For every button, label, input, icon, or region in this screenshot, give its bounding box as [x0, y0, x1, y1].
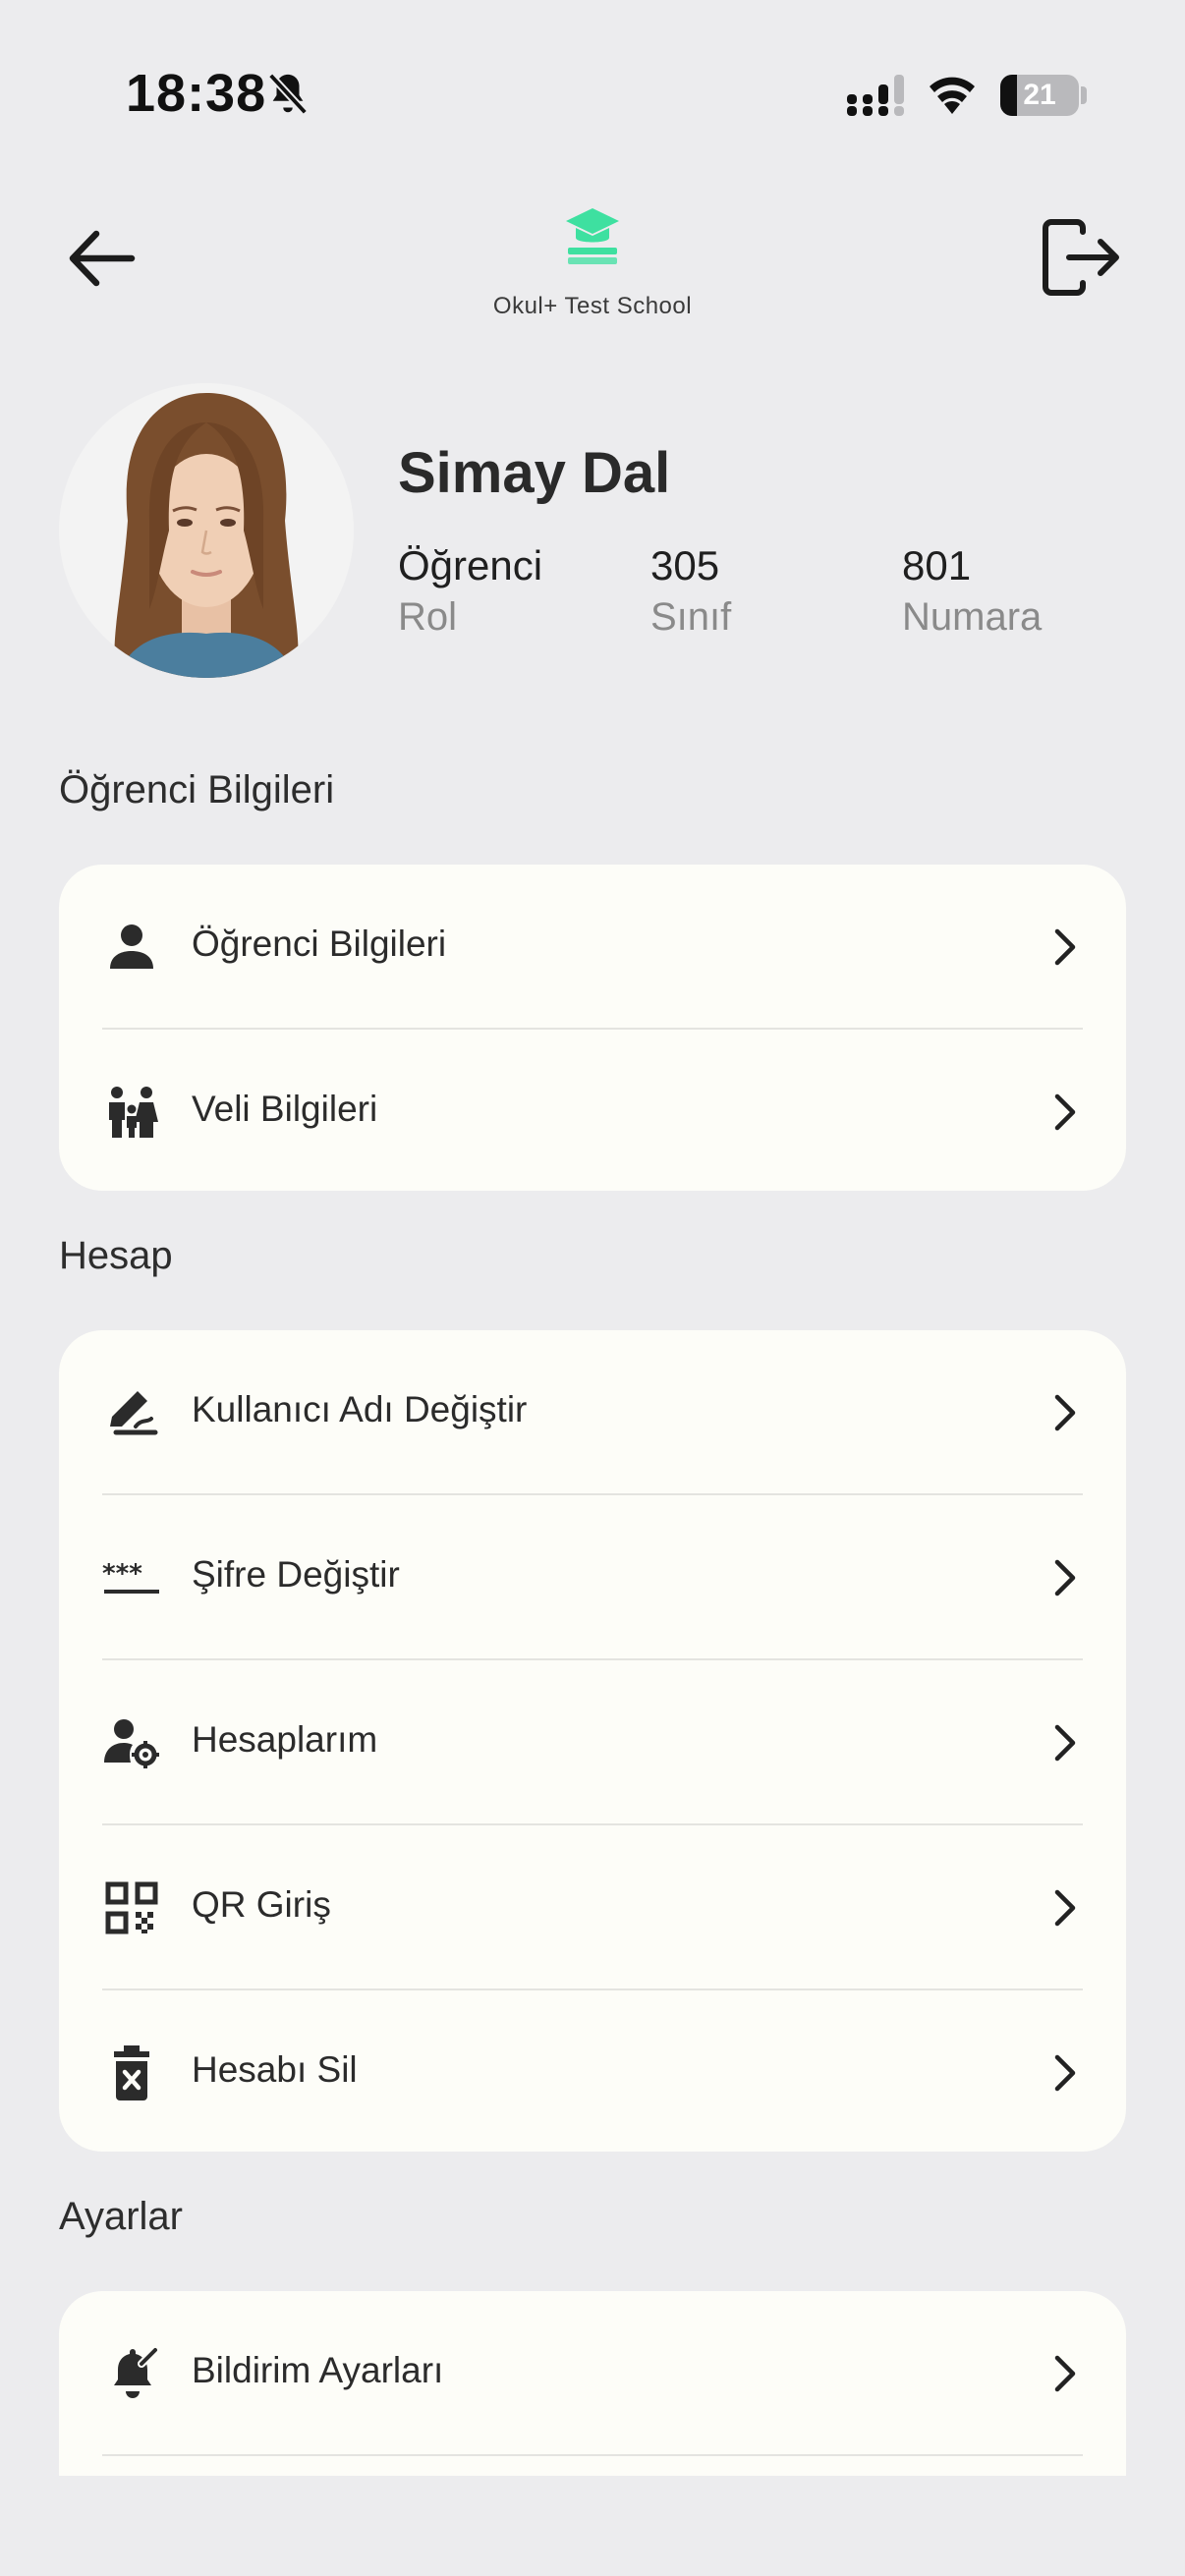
menu-item-my-accounts[interactable]: Hesaplarım — [59, 1660, 1126, 1825]
password-icon: *** — [102, 1559, 159, 1594]
stat-role: Öğrenci Rol — [398, 540, 542, 643]
menu-item-change-username[interactable]: Kullanıcı Adı Değiştir — [59, 1330, 1126, 1495]
chevron-right-icon — [1054, 1559, 1076, 1596]
stat-number: 801 Numara — [902, 540, 1042, 643]
battery-cap — [1081, 86, 1087, 104]
school-logo-icon — [566, 208, 619, 264]
battery-level-text: 21 — [1023, 79, 1056, 111]
section-title-account: Hesap — [59, 1234, 173, 1277]
divider — [102, 2454, 1083, 2456]
profile-name: Simay Dal — [398, 441, 671, 505]
notification-edit-icon — [114, 2346, 159, 2398]
svg-text:***: *** — [102, 1559, 142, 1589]
family-icon — [109, 1087, 158, 1138]
avatar-photo — [59, 383, 354, 678]
menu-item-qr-login[interactable]: QR Giriş — [59, 1825, 1126, 1990]
person-icon — [110, 924, 153, 969]
bell-slash-icon — [267, 73, 309, 115]
status-bar: 18:38 21 — [0, 0, 1185, 196]
menu-item-label: Bildirim Ayarları — [192, 2350, 444, 2390]
status-time: 18:38 — [126, 64, 267, 123]
menu-item-label: Veli Bilgileri — [192, 1089, 378, 1129]
qr-code-icon — [105, 1881, 158, 1934]
stat-value: 801 — [902, 542, 972, 588]
menu-item-label: Hesaplarım — [192, 1719, 378, 1760]
student-info-card: Öğrenci Bilgileri Veli Bilgileri — [59, 865, 1126, 1191]
menu-item-student-info[interactable]: Öğrenci Bilgileri — [59, 865, 1126, 1030]
logout-button[interactable] — [1040, 218, 1122, 297]
stat-label: Numara — [902, 595, 1043, 639]
chevron-right-icon — [1054, 1724, 1076, 1762]
arrow-left-icon — [69, 230, 136, 287]
chevron-right-icon — [1054, 2355, 1076, 2392]
section-title-student-info: Öğrenci Bilgileri — [59, 768, 335, 812]
menu-item-parent-info[interactable]: Veli Bilgileri — [59, 1030, 1126, 1191]
back-button[interactable] — [63, 220, 140, 297]
section-title-settings: Ayarlar — [59, 2195, 183, 2238]
chevron-right-icon — [1054, 1394, 1076, 1431]
menu-item-label: Hesabı Sil — [192, 2049, 358, 2090]
battery-icon: 21 — [1000, 75, 1079, 116]
manage-accounts-icon — [104, 1719, 159, 1768]
menu-item-delete-account[interactable]: Hesabı Sil — [59, 1990, 1126, 2152]
menu-item-change-password[interactable]: *** Şifre Değiştir — [59, 1495, 1126, 1660]
settings-card: Bildirim Ayarları — [59, 2291, 1126, 2476]
edit-signature-icon — [110, 1391, 158, 1435]
avatar — [59, 383, 354, 678]
wifi-icon — [930, 77, 975, 114]
chevron-right-icon — [1054, 1889, 1076, 1927]
menu-item-label: Öğrenci Bilgileri — [192, 924, 447, 964]
school-name: Okul+ Test School — [492, 293, 693, 319]
stat-class: 305 Sınıf — [650, 540, 731, 643]
stat-value: Öğrenci — [398, 542, 543, 588]
chevron-right-icon — [1054, 2054, 1076, 2092]
menu-item-label: Kullanıcı Adı Değiştir — [192, 1389, 528, 1429]
stat-label: Rol — [398, 595, 458, 639]
menu-item-label: QR Giriş — [192, 1884, 331, 1925]
menu-item-label: Şifre Değiştir — [192, 1554, 400, 1595]
menu-item-notification-settings[interactable]: Bildirim Ayarları — [59, 2291, 1126, 2456]
delete-icon — [114, 2045, 149, 2100]
chevron-right-icon — [1054, 1093, 1076, 1131]
stat-label: Sınıf — [650, 595, 732, 639]
logout-icon — [1043, 219, 1119, 296]
account-card: Kullanıcı Adı Değiştir *** Şifre Değişti… — [59, 1330, 1126, 2152]
chevron-right-icon — [1054, 928, 1076, 966]
stat-value: 305 — [650, 542, 720, 588]
cellular-signal-icon — [847, 75, 904, 116]
